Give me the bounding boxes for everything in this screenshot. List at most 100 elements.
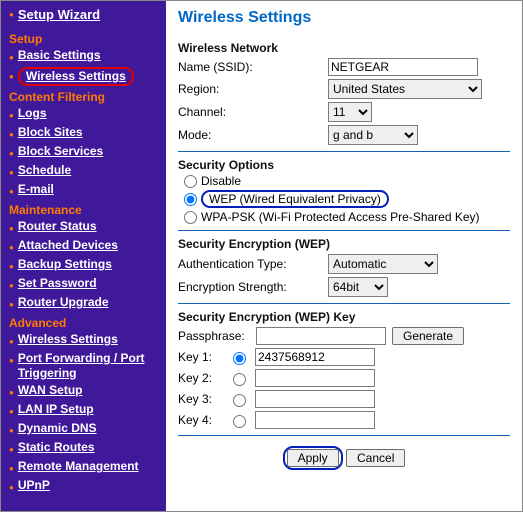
key-label: Key 4: bbox=[178, 413, 222, 427]
radio-wep[interactable] bbox=[184, 193, 197, 206]
sidebar-item[interactable]: ●Router Upgrade bbox=[9, 295, 166, 312]
key-radio[interactable] bbox=[233, 373, 246, 386]
sidebar-item[interactable]: ●LAN IP Setup bbox=[9, 402, 166, 419]
sidebar-item-label[interactable]: Basic Settings bbox=[18, 48, 101, 63]
mode-select[interactable]: g and b bbox=[328, 125, 418, 145]
cancel-button[interactable]: Cancel bbox=[346, 449, 405, 467]
sidebar-item-label[interactable]: Router Upgrade bbox=[18, 295, 109, 310]
sidebar-item-label[interactable]: Remote Management bbox=[18, 459, 139, 474]
bullet-icon: ● bbox=[9, 10, 14, 19]
apply-button[interactable]: Apply bbox=[287, 449, 339, 467]
sidebar-item-label[interactable]: UPnP bbox=[18, 478, 50, 493]
sidebar-item-setup-wizard[interactable]: ● Setup Wizard bbox=[9, 7, 166, 22]
sidebar-item[interactable]: ● Wireless Settings bbox=[9, 332, 166, 349]
sidebar-item[interactable]: ● UPnP bbox=[9, 478, 166, 495]
ssid-input[interactable] bbox=[328, 58, 478, 76]
channel-label: Channel: bbox=[178, 105, 328, 119]
bullet-icon: ● bbox=[9, 50, 14, 65]
sidebar-item-label[interactable]: Logs bbox=[18, 106, 47, 121]
key-radio[interactable] bbox=[233, 352, 246, 365]
strength-select[interactable]: 64bit bbox=[328, 277, 388, 297]
opt-disable[interactable]: Disable bbox=[184, 174, 510, 188]
sidebar-item-label[interactable]: Dynamic DNS bbox=[18, 421, 97, 436]
bullet-icon: ● bbox=[9, 423, 14, 438]
bullet-icon: ● bbox=[9, 278, 14, 293]
sidebar-item[interactable]: ● Schedule bbox=[9, 163, 166, 180]
auth-select[interactable]: Automatic bbox=[328, 254, 438, 274]
separator bbox=[178, 435, 510, 436]
sidebar-section-head: Setup bbox=[9, 32, 166, 46]
opt-wep[interactable]: WEP (Wired Equivalent Privacy) bbox=[184, 190, 510, 208]
sidebar-item[interactable]: ●Remote Management bbox=[9, 459, 166, 476]
sidebar-item[interactable]: ● Wireless Settings bbox=[9, 67, 166, 86]
mode-label: Mode: bbox=[178, 128, 328, 142]
sidebar-item[interactable]: ● Logs bbox=[9, 106, 166, 123]
sidebar-item-label[interactable]: Schedule bbox=[18, 163, 71, 178]
bullet-icon: ● bbox=[9, 184, 14, 199]
key-radio[interactable] bbox=[233, 394, 246, 407]
bullet-icon: ● bbox=[9, 480, 14, 495]
bullet-icon: ● bbox=[9, 334, 14, 349]
sidebar-section-head: Content Filtering bbox=[9, 90, 166, 104]
sidebar-item[interactable]: ● Dynamic DNS bbox=[9, 421, 166, 438]
generate-button[interactable]: Generate bbox=[392, 327, 464, 345]
bullet-icon: ● bbox=[9, 108, 14, 123]
sidebar-item[interactable]: ● Attached Devices bbox=[9, 238, 166, 255]
passphrase-label: Passphrase: bbox=[178, 329, 250, 343]
bullet-icon: ● bbox=[9, 127, 14, 142]
sidebar-item-label[interactable]: WAN Setup bbox=[18, 383, 83, 398]
bullet-icon: ● bbox=[9, 442, 14, 457]
key-label: Key 2: bbox=[178, 371, 222, 385]
group-wireless-network: Wireless Network bbox=[178, 41, 510, 55]
key-radio[interactable] bbox=[233, 415, 246, 428]
sidebar-item[interactable]: ● Set Password bbox=[9, 276, 166, 293]
key-label: Key 1: bbox=[178, 350, 222, 364]
radio-disable[interactable] bbox=[184, 175, 197, 188]
group-security-options: Security Options bbox=[178, 158, 510, 172]
bullet-icon: ● bbox=[9, 221, 14, 236]
region-select[interactable]: United States bbox=[328, 79, 482, 99]
ssid-label: Name (SSID): bbox=[178, 60, 328, 74]
key-label: Key 3: bbox=[178, 392, 222, 406]
sidebar-item-label[interactable]: LAN IP Setup bbox=[18, 402, 94, 417]
sidebar-item[interactable]: ● Static Routes bbox=[9, 440, 166, 457]
sidebar-item-label[interactable]: Attached Devices bbox=[18, 238, 118, 253]
sidebar-item-label[interactable]: Static Routes bbox=[18, 440, 95, 455]
bullet-icon: ● bbox=[9, 240, 14, 255]
sidebar-item-label[interactable]: Router Status bbox=[18, 219, 97, 234]
sidebar-section-head: Maintenance bbox=[9, 203, 166, 217]
radio-wpa[interactable] bbox=[184, 211, 197, 224]
bullet-icon: ● bbox=[9, 165, 14, 180]
bullet-icon: ● bbox=[9, 259, 14, 274]
separator bbox=[178, 151, 510, 152]
key-row: Key 4: bbox=[178, 411, 510, 429]
bullet-icon: ● bbox=[9, 353, 14, 368]
sidebar-item[interactable]: ● Backup Settings bbox=[9, 257, 166, 274]
channel-select[interactable]: 11 bbox=[328, 102, 372, 122]
key-input[interactable] bbox=[255, 390, 375, 408]
key-input[interactable] bbox=[255, 369, 375, 387]
sidebar-item-label[interactable]: Backup Settings bbox=[18, 257, 112, 272]
sidebar-item-label[interactable]: Block Services bbox=[18, 144, 103, 159]
sidebar-item-label[interactable]: Set Password bbox=[18, 276, 97, 291]
sidebar-item[interactable]: ● Basic Settings bbox=[9, 48, 166, 65]
passphrase-input[interactable] bbox=[256, 327, 386, 345]
key-row: Key 1: bbox=[178, 348, 510, 366]
opt-wpa[interactable]: WPA-PSK (Wi-Fi Protected Access Pre-Shar… bbox=[184, 210, 510, 224]
sidebar-item-label[interactable]: Wireless Settings bbox=[18, 332, 118, 347]
sidebar-item-label[interactable]: Wireless Settings bbox=[18, 67, 134, 86]
sidebar-item[interactable]: ●WAN Setup bbox=[9, 383, 166, 400]
sidebar-item-label[interactable]: Port Forwarding / Port Triggering bbox=[18, 351, 166, 381]
key-row: Key 2: bbox=[178, 369, 510, 387]
sidebar-item-label[interactable]: Block Sites bbox=[18, 125, 83, 140]
sidebar-item[interactable]: ● Block Sites bbox=[9, 125, 166, 142]
sidebar-item-label[interactable]: E-mail bbox=[18, 182, 54, 197]
sidebar-item[interactable]: ●Block Services bbox=[9, 144, 166, 161]
key-input[interactable] bbox=[255, 411, 375, 429]
key-input[interactable] bbox=[255, 348, 375, 366]
sidebar-item[interactable]: ● Router Status bbox=[9, 219, 166, 236]
sidebar-item[interactable]: ● Port Forwarding / Port Triggering bbox=[9, 351, 166, 381]
bullet-icon: ● bbox=[9, 69, 14, 84]
sidebar-item[interactable]: ● E-mail bbox=[9, 182, 166, 199]
sidebar: ● Setup Wizard Setup ● Basic Settings ● Wire… bbox=[1, 1, 166, 511]
